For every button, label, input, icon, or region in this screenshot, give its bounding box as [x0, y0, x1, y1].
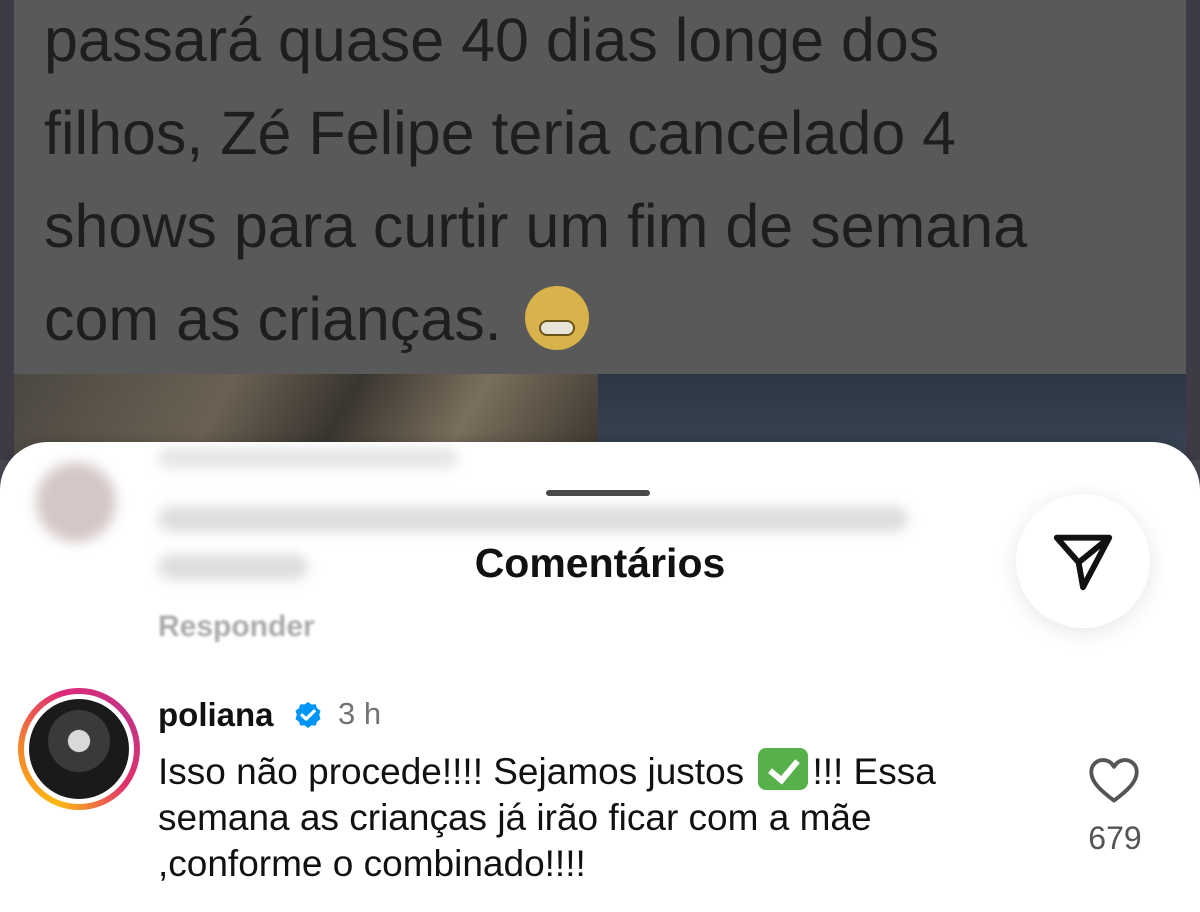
- avatar: [29, 699, 129, 799]
- reply-button[interactable]: Responder: [158, 610, 315, 644]
- story-ring[interactable]: [18, 688, 140, 810]
- share-button[interactable]: [1016, 494, 1150, 628]
- sheet-grabber-handle[interactable]: [546, 490, 650, 496]
- post-text-line: passará quase 40 dias longe dos: [44, 6, 940, 74]
- comment-timestamp: 3 h: [338, 696, 382, 731]
- grimacing-emoji-icon: [524, 286, 589, 350]
- blurred-avatar: [36, 462, 116, 542]
- post-text-line: com as crianças.: [44, 285, 502, 353]
- post-text-line: filhos, Zé Felipe teria cancelado 4: [44, 99, 957, 167]
- avatar-border: [24, 694, 134, 804]
- blurred-username: [158, 448, 458, 468]
- post-text-line: shows para curtir um fim de semana: [44, 192, 1028, 260]
- post-text: passará quase 40 dias longe dos filhos, …: [44, 0, 1184, 366]
- verified-badge-icon: [295, 702, 321, 728]
- comment-username[interactable]: poliana: [158, 696, 274, 734]
- comments-sheet: Responder Comentários poliana 3 h Isso n…: [0, 442, 1200, 912]
- comment-item: poliana 3 h Isso não procede!!!! Sejamos…: [0, 682, 1200, 912]
- blurred-comment-line: [158, 506, 908, 532]
- comment-text-part: Isso não procede!!!! Sejamos justos: [158, 751, 745, 792]
- heart-icon[interactable]: [1088, 756, 1140, 804]
- like-count: 679: [1088, 820, 1142, 856]
- comment-text: Isso não procede!!!! Sejamos justos !!! …: [158, 748, 1038, 887]
- post-card: passará quase 40 dias longe dos filhos, …: [14, 0, 1186, 460]
- send-icon: [1053, 534, 1113, 591]
- check-mark-emoji-icon: [758, 748, 809, 790]
